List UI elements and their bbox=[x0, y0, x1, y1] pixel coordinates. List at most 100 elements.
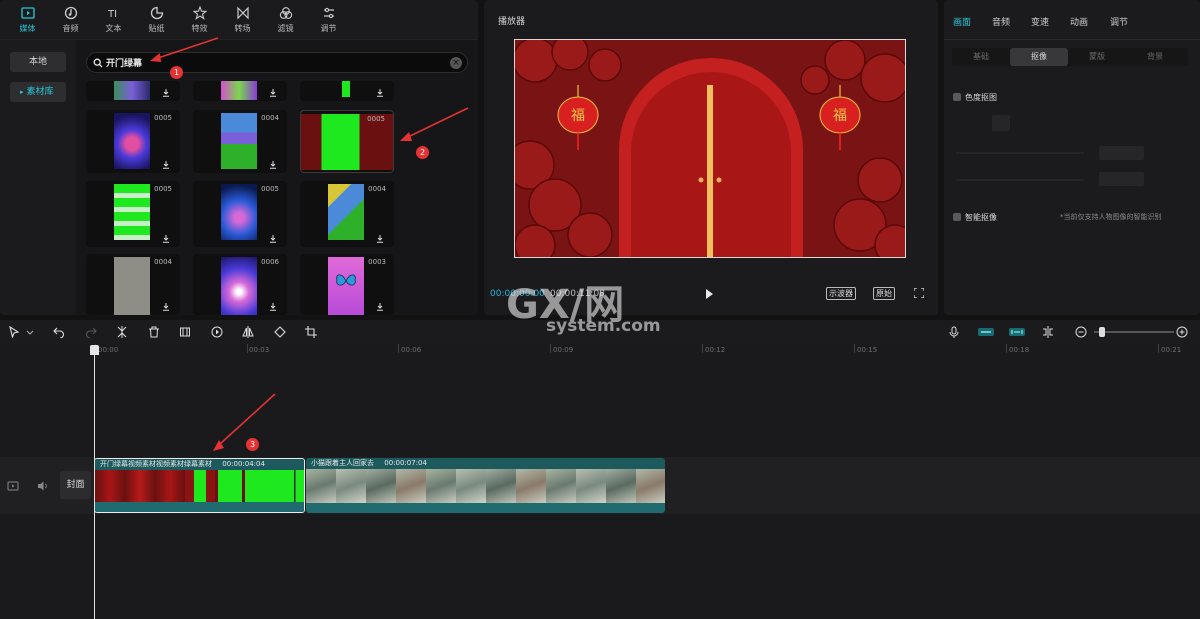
media-card[interactable]: 0005 bbox=[193, 181, 287, 247]
audio-icon bbox=[64, 6, 77, 20]
search-bar[interactable]: × bbox=[86, 52, 468, 73]
select-cursor-icon[interactable] bbox=[8, 326, 20, 338]
zoom-slider-handle[interactable] bbox=[1099, 327, 1105, 337]
clip-frame bbox=[396, 469, 426, 503]
timeline-clip-greenscreen[interactable]: 开门绿幕视频素材视频素材绿幕素材 00:00:04:04 bbox=[94, 458, 305, 513]
media-card[interactable]: 0004 bbox=[300, 181, 394, 247]
download-icon[interactable] bbox=[376, 303, 384, 311]
zoom-in-icon[interactable] bbox=[1176, 326, 1188, 338]
clip-frames bbox=[95, 470, 304, 504]
rotate-icon[interactable] bbox=[274, 326, 286, 338]
search-input[interactable] bbox=[106, 57, 426, 68]
clip-frame bbox=[366, 469, 396, 503]
tab-picture[interactable]: 画面 bbox=[953, 15, 971, 28]
playhead[interactable] bbox=[94, 345, 95, 619]
microphone-icon[interactable] bbox=[948, 326, 960, 338]
tool-transition[interactable]: 转场 bbox=[221, 0, 264, 40]
redo-icon[interactable] bbox=[85, 326, 97, 338]
play-icon[interactable] bbox=[702, 287, 716, 301]
media-icon bbox=[20, 7, 35, 19]
media-duration: 0003 bbox=[368, 258, 386, 266]
chevron-down-icon[interactable] bbox=[26, 326, 34, 338]
tool-label: 特效 bbox=[191, 24, 208, 33]
clip-frame bbox=[606, 469, 636, 503]
preview-axis-icon[interactable] bbox=[1042, 326, 1054, 338]
download-icon[interactable] bbox=[376, 89, 384, 97]
shadow-value bbox=[1099, 172, 1144, 186]
media-card[interactable]: 0006 bbox=[193, 254, 287, 315]
clip-frames bbox=[306, 469, 665, 503]
tool-audio[interactable]: 音频 bbox=[49, 0, 92, 40]
download-icon[interactable] bbox=[269, 89, 277, 97]
split-icon[interactable] bbox=[116, 326, 128, 338]
clear-icon[interactable]: × bbox=[450, 57, 462, 69]
download-icon[interactable] bbox=[162, 303, 170, 311]
media-card[interactable]: 0005 bbox=[86, 181, 180, 247]
clip-header: 开门绿幕视频素材视频素材绿幕素材 00:00:04:04 bbox=[95, 459, 304, 470]
shadow-slider bbox=[956, 179, 1084, 181]
download-icon[interactable] bbox=[162, 161, 170, 169]
zoom-slider-track[interactable] bbox=[1094, 331, 1174, 333]
crop-icon[interactable] bbox=[305, 326, 317, 338]
smart-keying-checkbox[interactable] bbox=[953, 213, 961, 221]
download-icon[interactable] bbox=[376, 235, 384, 243]
delete-icon[interactable] bbox=[148, 326, 160, 338]
chroma-key-checkbox[interactable] bbox=[953, 93, 961, 101]
tool-effects[interactable]: 特效 bbox=[178, 0, 221, 40]
tab-speed[interactable]: 变速 bbox=[1031, 15, 1049, 28]
svg-text:TI: TI bbox=[107, 9, 117, 20]
annotation-badge: 1 bbox=[170, 66, 183, 79]
media-card[interactable]: 0003 bbox=[300, 254, 394, 315]
track-audio-icon[interactable] bbox=[37, 480, 49, 492]
media-card-partial[interactable] bbox=[193, 81, 287, 101]
media-card-partial[interactable] bbox=[300, 81, 394, 101]
media-thumbnail bbox=[114, 113, 150, 169]
time-ruler[interactable]: 00:00 00:03 00:06 00:09 00:12 00:15 00:1… bbox=[0, 344, 1200, 358]
sub-tab-background[interactable]: 背景 bbox=[1126, 48, 1184, 66]
track-visibility-icon[interactable] bbox=[7, 480, 19, 492]
reverse-icon[interactable] bbox=[211, 326, 223, 338]
link-tracks-icon[interactable] bbox=[978, 326, 994, 338]
scope-button[interactable]: 示波器 bbox=[826, 287, 856, 300]
undo-icon[interactable] bbox=[53, 326, 65, 338]
tool-text[interactable]: TI 文本 bbox=[92, 0, 135, 40]
butterfly-icon bbox=[336, 274, 356, 286]
sidebar-item-local[interactable]: 本地 bbox=[10, 52, 66, 72]
tab-audio[interactable]: 音频 bbox=[992, 15, 1010, 28]
sidebar-item-library[interactable]: 素材库 bbox=[10, 82, 66, 102]
media-card[interactable]: 0004 bbox=[193, 110, 287, 173]
tool-adjust[interactable]: 调节 bbox=[307, 0, 350, 40]
preview-canvas[interactable]: 福 福 bbox=[514, 39, 906, 258]
media-card[interactable]: 0004 bbox=[86, 254, 180, 315]
download-icon[interactable] bbox=[269, 303, 277, 311]
download-icon[interactable] bbox=[269, 161, 277, 169]
text-icon: TI bbox=[107, 9, 117, 20]
original-ratio-button[interactable]: 原始 bbox=[873, 287, 895, 300]
tab-animation[interactable]: 动画 bbox=[1070, 15, 1088, 28]
mirror-icon[interactable] bbox=[242, 326, 254, 338]
media-card-selected[interactable]: 0005 bbox=[300, 110, 394, 173]
fullscreen-icon[interactable] bbox=[914, 288, 924, 298]
tool-media[interactable]: 媒体 bbox=[6, 0, 49, 40]
timeline-clip-cat[interactable]: 小猫跟着主人回家去 00:00:07:04 bbox=[306, 458, 665, 513]
snap-icon[interactable] bbox=[1009, 326, 1025, 338]
cover-button[interactable]: 封面 bbox=[60, 471, 91, 499]
download-icon[interactable] bbox=[162, 235, 170, 243]
sub-tab-mask[interactable]: 蒙版 bbox=[1068, 48, 1126, 66]
playhead-handle[interactable] bbox=[90, 345, 99, 355]
tool-label: 滤镜 bbox=[277, 24, 294, 33]
download-icon[interactable] bbox=[162, 89, 170, 97]
tool-sticker[interactable]: 贴纸 bbox=[135, 0, 178, 40]
tool-filter[interactable]: 滤镜 bbox=[264, 0, 307, 40]
clip-frame bbox=[275, 470, 304, 504]
sub-tab-basic[interactable]: 基础 bbox=[952, 48, 1010, 66]
media-card-partial[interactable] bbox=[86, 81, 180, 101]
media-card[interactable]: 0005 bbox=[86, 110, 180, 173]
tick-mark bbox=[550, 344, 551, 353]
zoom-out-icon[interactable] bbox=[1075, 326, 1087, 338]
clip-frame bbox=[336, 469, 366, 503]
tab-adjust[interactable]: 调节 bbox=[1110, 15, 1128, 28]
freeze-frame-icon[interactable] bbox=[179, 326, 191, 338]
sub-tab-keying[interactable]: 抠像 bbox=[1010, 48, 1068, 66]
download-icon[interactable] bbox=[269, 235, 277, 243]
